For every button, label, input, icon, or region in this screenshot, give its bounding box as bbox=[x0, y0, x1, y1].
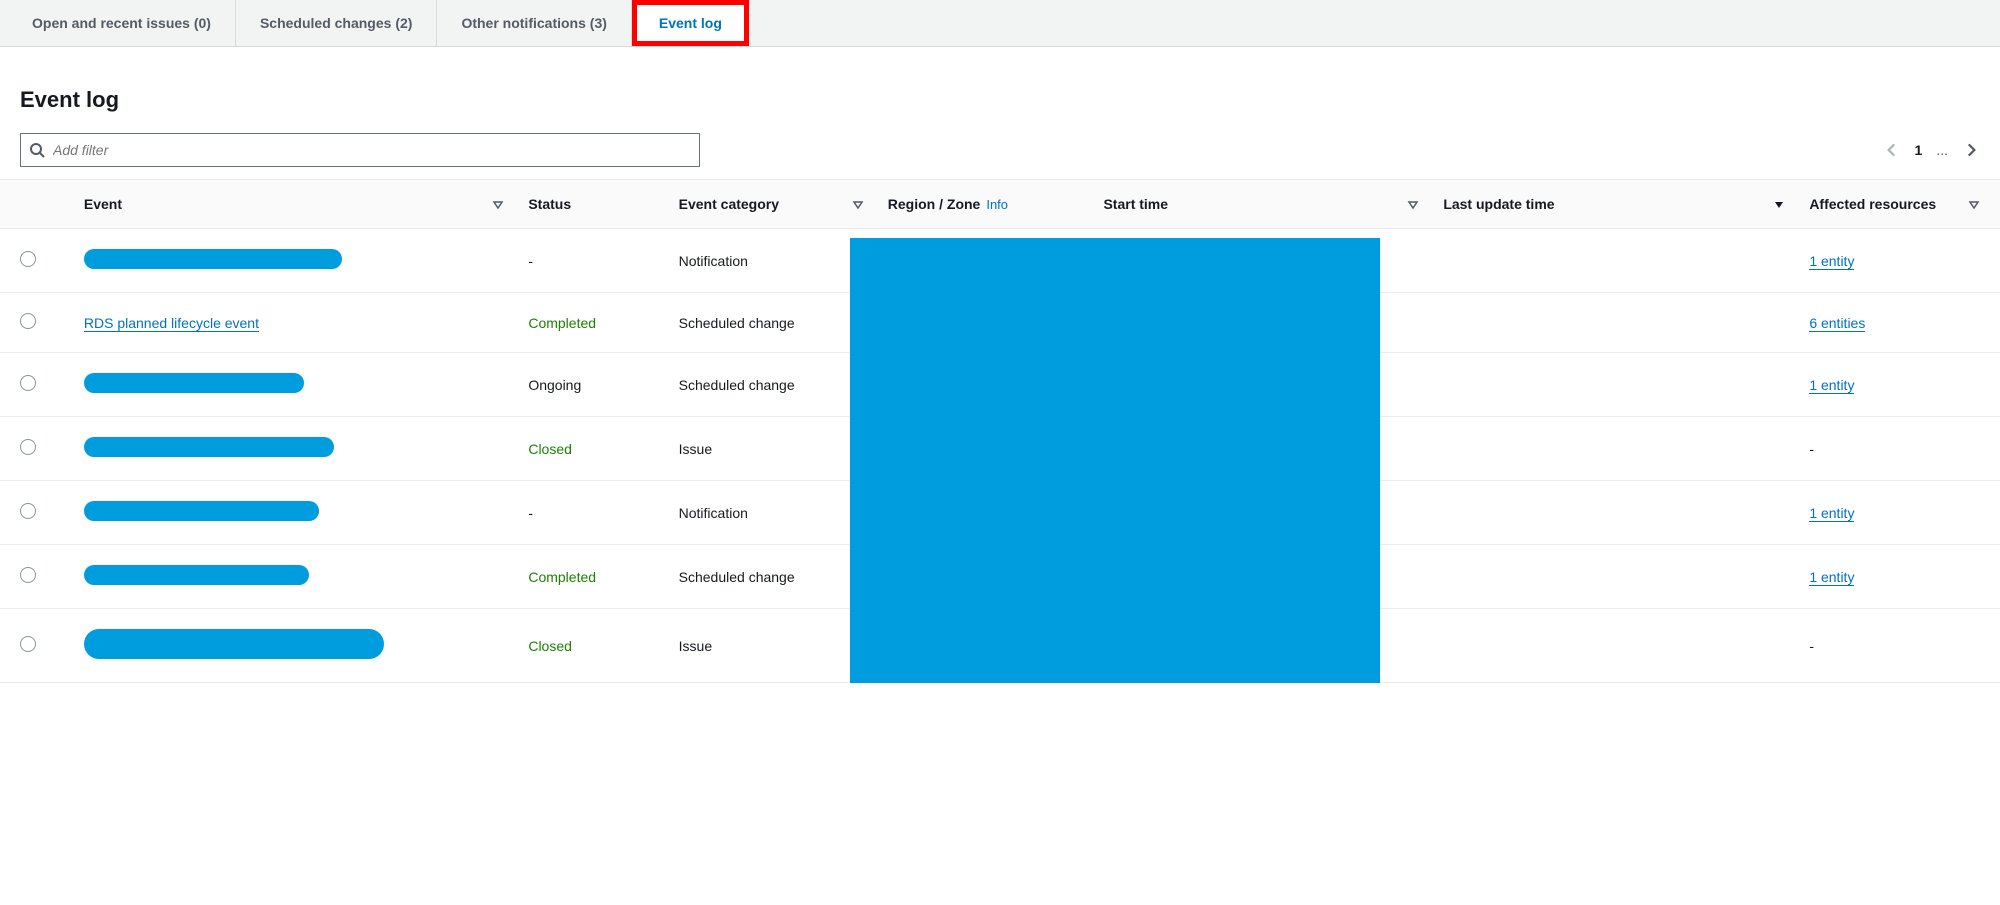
status-value: Completed bbox=[528, 315, 596, 331]
col-header-resources[interactable]: Affected resources bbox=[1797, 180, 2000, 229]
status-value: - bbox=[528, 253, 533, 269]
col-header-category[interactable]: Event category bbox=[667, 180, 876, 229]
last-update-value bbox=[1431, 293, 1797, 353]
affected-resources-link[interactable]: 1 entity bbox=[1809, 377, 1854, 394]
col-header-region[interactable]: Region / ZoneInfo bbox=[876, 180, 1092, 229]
last-update-value bbox=[1431, 417, 1797, 481]
affected-resources-value: - bbox=[1797, 609, 2000, 683]
page-prev[interactable] bbox=[1883, 141, 1901, 159]
row-select-radio[interactable] bbox=[20, 567, 36, 583]
row-select-radio[interactable] bbox=[20, 375, 36, 391]
redacted-event bbox=[84, 437, 334, 457]
sort-active-icon bbox=[1773, 198, 1785, 210]
last-update-value bbox=[1431, 353, 1797, 417]
category-value: Issue bbox=[667, 417, 876, 481]
section-title: Event log bbox=[20, 87, 2000, 113]
info-link[interactable]: Info bbox=[986, 197, 1008, 212]
redacted-event bbox=[84, 249, 342, 269]
search-icon bbox=[29, 142, 45, 158]
category-value: Scheduled change bbox=[667, 353, 876, 417]
redacted-event bbox=[84, 565, 309, 585]
affected-resources-value: - bbox=[1797, 417, 2000, 481]
event-link[interactable]: RDS planned lifecycle event bbox=[84, 315, 259, 332]
pagination: 1 ... bbox=[1883, 141, 1980, 159]
category-value: Scheduled change bbox=[667, 545, 876, 609]
category-value: Notification bbox=[667, 229, 876, 293]
filter-box[interactable] bbox=[20, 133, 700, 167]
sort-icon bbox=[492, 198, 504, 210]
col-header-start[interactable]: Start time bbox=[1091, 180, 1431, 229]
row-select-radio[interactable] bbox=[20, 636, 36, 652]
sort-icon bbox=[1968, 198, 1980, 210]
category-value: Notification bbox=[667, 481, 876, 545]
col-header-event[interactable]: Event bbox=[72, 180, 516, 229]
last-update-value bbox=[1431, 609, 1797, 683]
tab-open-and-recent-issues-0[interactable]: Open and recent issues (0) bbox=[8, 0, 236, 46]
row-select-radio[interactable] bbox=[20, 503, 36, 519]
col-header-last[interactable]: Last update time bbox=[1431, 180, 1797, 229]
redacted-event bbox=[84, 501, 319, 521]
affected-resources-link[interactable]: 1 entity bbox=[1809, 253, 1854, 270]
redacted-event bbox=[84, 629, 384, 659]
status-value: - bbox=[528, 505, 533, 521]
row-select-radio[interactable] bbox=[20, 251, 36, 267]
last-update-value bbox=[1431, 481, 1797, 545]
page-ellipsis: ... bbox=[1936, 142, 1948, 158]
sort-icon bbox=[1407, 198, 1419, 210]
tabs-bar: Open and recent issues (0)Scheduled chan… bbox=[0, 0, 2000, 47]
filter-input[interactable] bbox=[53, 142, 691, 158]
page-current: 1 bbox=[1915, 142, 1923, 158]
redacted-event bbox=[84, 373, 304, 393]
row-select-radio[interactable] bbox=[20, 313, 36, 329]
row-select-radio[interactable] bbox=[20, 439, 36, 455]
affected-resources-link[interactable]: 6 entities bbox=[1809, 315, 1865, 332]
last-update-value bbox=[1431, 229, 1797, 293]
tab-event-log[interactable]: Event log bbox=[632, 0, 749, 46]
col-header-status[interactable]: Status bbox=[516, 180, 666, 229]
tab-scheduled-changes-2[interactable]: Scheduled changes (2) bbox=[236, 0, 437, 46]
redaction-block bbox=[850, 238, 1380, 683]
affected-resources-link[interactable]: 1 entity bbox=[1809, 505, 1854, 522]
status-value: Ongoing bbox=[528, 377, 581, 393]
tab-other-notifications-3[interactable]: Other notifications (3) bbox=[437, 0, 631, 46]
status-value: Closed bbox=[528, 638, 572, 654]
affected-resources-link[interactable]: 1 entity bbox=[1809, 569, 1854, 586]
status-value: Closed bbox=[528, 441, 572, 457]
sort-icon bbox=[852, 198, 864, 210]
page-next[interactable] bbox=[1962, 141, 1980, 159]
category-value: Issue bbox=[667, 609, 876, 683]
category-value: Scheduled change bbox=[667, 293, 876, 353]
last-update-value bbox=[1431, 545, 1797, 609]
status-value: Completed bbox=[528, 569, 596, 585]
